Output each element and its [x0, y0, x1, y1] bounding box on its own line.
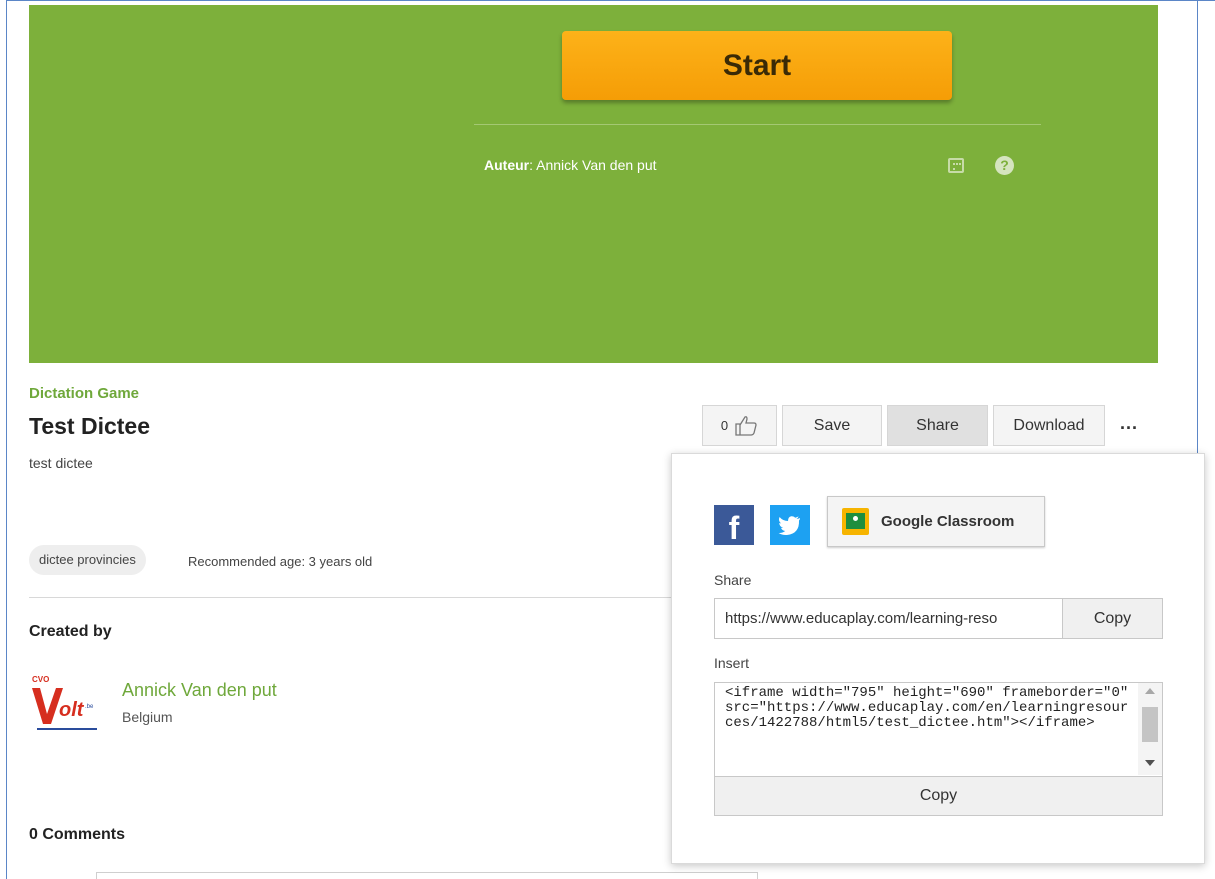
- activity-title: Test Dictee: [29, 413, 151, 439]
- save-button[interactable]: Save: [782, 405, 882, 446]
- game-panel: Start Auteur: Annick Van den put ?: [29, 5, 1158, 363]
- recommended-age: Recommended age: 3 years old: [188, 554, 373, 569]
- activity-category[interactable]: Dictation Game: [29, 385, 139, 402]
- svg-text:CVO: CVO: [32, 675, 49, 684]
- author-label: Auteur: [484, 157, 530, 173]
- comment-input[interactable]: [96, 872, 758, 879]
- window-border-left: [6, 0, 7, 879]
- author-line: Auteur: Annick Van den put: [484, 157, 657, 173]
- insert-label: Insert: [714, 655, 750, 671]
- tag-chip[interactable]: dictee provincies: [29, 545, 146, 575]
- author-name: : Annick Van den put: [529, 157, 657, 173]
- copy-embed-button[interactable]: Copy: [714, 776, 1163, 816]
- share-button[interactable]: Share: [887, 405, 988, 446]
- more-options-button[interactable]: ...: [1120, 413, 1138, 434]
- share-popup: f Google Classroom Share Copy Insert <if…: [671, 453, 1205, 864]
- fullscreen-icon[interactable]: [948, 158, 964, 173]
- creator-country: Belgium: [122, 709, 173, 725]
- like-count: 0: [720, 418, 729, 433]
- window-border-right: [1197, 0, 1198, 455]
- creator-avatar[interactable]: CVO olt .be: [29, 670, 104, 738]
- embed-code-textarea[interactable]: <iframe width="795" height="690" framebo…: [714, 682, 1163, 776]
- section-divider: [29, 597, 671, 598]
- creator-name-link[interactable]: Annick Van den put: [122, 680, 277, 701]
- copy-url-button[interactable]: Copy: [1062, 598, 1163, 639]
- share-url-label: Share: [714, 572, 752, 588]
- google-classroom-button[interactable]: Google Classroom: [827, 496, 1045, 547]
- activity-description: test dictee: [29, 455, 93, 471]
- scroll-down-arrow-icon[interactable]: [1145, 760, 1155, 766]
- comments-heading: 0 Comments: [29, 826, 126, 843]
- google-classroom-icon: [842, 508, 869, 535]
- help-icon[interactable]: ?: [995, 156, 1014, 175]
- twitter-bird-icon: [778, 516, 800, 536]
- start-button[interactable]: Start: [562, 31, 952, 100]
- embed-scrollbar[interactable]: [1138, 683, 1162, 775]
- twitter-icon[interactable]: [770, 505, 810, 545]
- window-border-top: [6, 0, 1215, 1]
- scroll-thumb[interactable]: [1142, 707, 1158, 742]
- share-url-input[interactable]: [714, 598, 1063, 639]
- download-button[interactable]: Download: [993, 405, 1105, 446]
- like-button[interactable]: 0: [702, 405, 777, 446]
- thumbs-up-icon: [735, 415, 757, 436]
- facebook-icon[interactable]: f: [714, 505, 754, 545]
- svg-text:olt: olt: [59, 699, 85, 721]
- panel-divider: [474, 124, 1041, 125]
- created-by-heading: Created by: [29, 623, 112, 640]
- svg-text:.be: .be: [85, 704, 94, 710]
- scroll-up-arrow-icon[interactable]: [1145, 688, 1155, 694]
- google-classroom-label: Google Classroom: [881, 513, 1015, 530]
